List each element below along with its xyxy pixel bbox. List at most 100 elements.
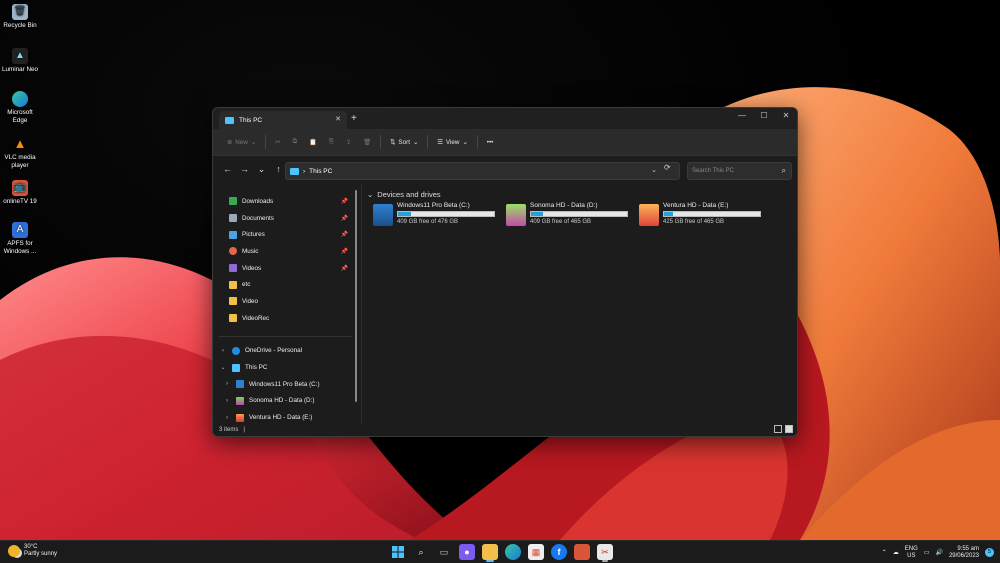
toolbar-divider (380, 135, 382, 149)
chevron-down-icon[interactable]: ⌄ (219, 364, 227, 371)
desktop-icon-label: onlineTV 19 (3, 198, 37, 205)
sidebar-item-documents[interactable]: Documents 📌 (213, 210, 360, 227)
desktop-icon-onlinetv[interactable]: 📺 onlineTV 19 (0, 180, 40, 206)
forward-button[interactable]: → (236, 164, 253, 174)
notification-badge[interactable]: 5 (985, 548, 994, 557)
pin-icon[interactable]: 📌 (341, 248, 348, 255)
drive-usage-fill (531, 212, 543, 216)
chevron-right-icon[interactable]: › (223, 398, 231, 404)
sidebar-item-drive-e[interactable]: › Ventura HD - Data (E:) (213, 409, 360, 424)
desktop-icon-recycle-bin[interactable]: 🗑 Recycle Bin (0, 4, 40, 30)
tab-close-icon[interactable]: ✕ (335, 115, 341, 123)
sidebar-item-label: Windows11 Pro Beta (C:) (249, 380, 320, 388)
start-icon[interactable] (390, 544, 406, 560)
large-icons-view-icon[interactable] (785, 425, 793, 433)
new-tab-button[interactable]: + (351, 113, 357, 124)
tab-this-pc[interactable]: This PC ✕ (219, 111, 347, 129)
sidebar-item-video[interactable]: Video (213, 293, 360, 310)
sidebar-item-downloads[interactable]: Downloads 📌 (213, 193, 360, 210)
view-button[interactable]: ☰ View ⌄ (431, 139, 473, 146)
documents-icon (229, 214, 237, 223)
refresh-button[interactable]: ⟳ (664, 163, 671, 172)
desktop-icon-vlc[interactable]: ▲ VLC media player (0, 136, 40, 169)
clock[interactable]: 9:55 am 29/06/2023 (949, 546, 979, 560)
onlinetv-icon[interactable] (574, 544, 590, 560)
taskbar-apps: ⌕ ▭ ● ▦ f ✂ (390, 544, 613, 562)
volume-icon[interactable]: 🔊 (935, 549, 942, 556)
chevron-down-icon[interactable]: ⌄ (651, 166, 657, 174)
share-button[interactable]: ⇪ (340, 139, 357, 146)
search-icon: ⌕ (781, 166, 786, 175)
sidebar-item-videos[interactable]: Videos 📌 (213, 260, 360, 277)
chevron-right-icon[interactable]: › (223, 381, 231, 387)
drive-free-space: 409 GB free of 465 GB (530, 219, 592, 225)
rename-button[interactable]: ⎘ (323, 138, 340, 146)
edge-icon[interactable] (505, 544, 521, 560)
pin-icon[interactable]: 📌 (341, 215, 348, 222)
teams-chat-icon[interactable]: ● (459, 544, 475, 560)
sidebar-item-onedrive[interactable]: › OneDrive - Personal (213, 343, 360, 360)
chevron-right-icon[interactable]: › (219, 348, 227, 354)
sidebar-item-drive-d[interactable]: › Sonoma HD - Data (D:) (213, 393, 360, 410)
new-button[interactable]: ⊕ New ⌄ (221, 139, 262, 146)
pin-icon[interactable]: 📌 (341, 265, 348, 272)
search-input[interactable]: Search This PC ⌕ (687, 162, 792, 180)
network-icon[interactable]: ▭ (924, 549, 930, 556)
view-icon: ☰ (437, 138, 443, 146)
pin-icon[interactable]: 📌 (341, 231, 348, 238)
chevron-down-icon: ⌄ (412, 138, 419, 146)
sidebar-scrollbar[interactable] (355, 190, 357, 402)
sidebar-item-etc[interactable]: etc (213, 276, 360, 293)
snipping-tool-icon[interactable]: ✂ (597, 544, 613, 562)
breadcrumb-this-pc[interactable]: This PC (309, 168, 332, 175)
recent-locations-button[interactable]: ⌄ (253, 164, 270, 175)
chevron-right-icon[interactable]: › (223, 415, 231, 421)
sidebar-item-videorec[interactable]: VideoRec (213, 310, 360, 327)
desktop-icon-edge[interactable]: Microsoft Edge (0, 91, 40, 124)
address-bar[interactable]: › This PC ⌄ (285, 162, 680, 180)
language-indicator[interactable]: ENG US (905, 546, 918, 560)
task-view-icon[interactable]: ▭ (436, 544, 452, 560)
close-button[interactable]: ✕ (775, 108, 797, 123)
this-pc-icon (290, 167, 299, 175)
desktop-icon-luminar-neo[interactable]: ▲ Luminar Neo (0, 48, 40, 74)
drive-name: Sonoma HD - Data (D:) (530, 202, 598, 209)
show-hidden-icons-button[interactable]: ⌃ (882, 549, 887, 556)
sidebar-item-music[interactable]: Music 📌 (213, 243, 360, 260)
delete-button[interactable]: 🗑 (357, 138, 377, 146)
cut-button[interactable]: ✂ (269, 139, 286, 146)
details-view-icon[interactable] (774, 425, 782, 433)
pane-divider[interactable] (361, 184, 362, 424)
sidebar-item-this-pc[interactable]: ⌄ This PC (213, 359, 360, 376)
minimize-button[interactable]: — (731, 108, 753, 123)
copy-button[interactable]: ⧉ (286, 138, 303, 146)
pin-icon[interactable]: 📌 (341, 198, 348, 205)
paste-button[interactable]: 📋 (303, 138, 323, 146)
more-options-button[interactable]: ••• (481, 139, 500, 146)
weather-temperature: 30°C (24, 544, 38, 550)
search-icon[interactable]: ⌕ (413, 544, 429, 560)
folder-icon (229, 314, 237, 323)
back-button[interactable]: ← (219, 164, 236, 174)
file-explorer-icon[interactable] (482, 544, 498, 562)
facebook-icon[interactable]: f (551, 544, 567, 560)
sort-button[interactable]: ⇅ Sort ⌄ (384, 139, 424, 146)
onedrive-tray-icon[interactable]: ☁ (893, 549, 899, 556)
maximize-button[interactable]: ☐ (753, 108, 775, 123)
store-icon[interactable]: ▦ (528, 544, 544, 560)
sidebar-item-pictures[interactable]: Pictures 📌 (213, 226, 360, 243)
desktop-icon-label: VLC media player (4, 154, 36, 169)
search-placeholder: Search This PC (692, 168, 734, 174)
desktop-icon-apfs[interactable]: A APFS for Windows ... (0, 222, 40, 255)
group-header-devices[interactable]: ⌄ Devices and drives (367, 190, 441, 199)
weather-widget[interactable]: 30°C Partly sunny (8, 544, 57, 558)
desktop-icon-label: Luminar Neo (1, 66, 39, 73)
item-count: 3 items (219, 426, 239, 433)
chevron-down-icon: ⌄ (367, 190, 374, 199)
group-title: Devices and drives (377, 190, 441, 199)
drive-item-d[interactable]: Sonoma HD - Data (D:) 409 GB free of 465… (506, 202, 634, 228)
drive-item-e[interactable]: Ventura HD - Data (E:) 425 GB free of 46… (639, 202, 767, 228)
drive-free-space: 425 GB free of 465 GB (663, 219, 725, 225)
drive-item-c[interactable]: Windows11 Pro Beta (C:) 409 GB free of 4… (373, 202, 501, 228)
sidebar-item-drive-c[interactable]: › Windows11 Pro Beta (C:) (213, 376, 360, 393)
